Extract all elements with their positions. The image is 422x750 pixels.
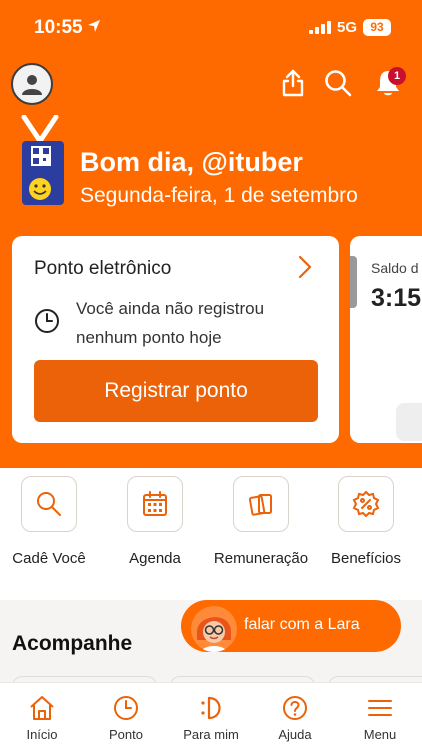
card-accent-bar bbox=[350, 256, 357, 308]
para-mim-icon bbox=[176, 693, 246, 723]
ponto-message: Você ainda não registrou nenhum ponto ho… bbox=[76, 299, 265, 347]
notification-badge: 1 bbox=[388, 67, 406, 85]
lara-label: falar com a Lara bbox=[244, 616, 360, 633]
tab-ponto[interactable]: Ponto bbox=[91, 693, 161, 742]
status-time: 10:55 bbox=[34, 17, 83, 38]
tab-ajuda[interactable]: Ajuda bbox=[260, 693, 330, 742]
quick-actions: Cadê Você Agenda Remuneração Benefícios bbox=[0, 468, 422, 600]
tab-menu[interactable]: Menu bbox=[345, 693, 415, 742]
search-icon[interactable] bbox=[323, 68, 353, 98]
greeting-date: Segunda-feira, 1 de setembro bbox=[80, 184, 358, 207]
share-icon[interactable] bbox=[278, 68, 308, 98]
clock-icon bbox=[91, 693, 161, 723]
magnifier-icon bbox=[21, 476, 77, 532]
greeting-title: Bom dia, @ituber bbox=[80, 147, 303, 177]
clock-icon bbox=[34, 308, 60, 339]
saldo-button[interactable] bbox=[396, 403, 422, 441]
location-arrow-icon bbox=[87, 19, 101, 38]
tab-label: Ajuda bbox=[278, 727, 312, 742]
quick-action-remuneracao[interactable]: Remuneração bbox=[206, 476, 316, 567]
tab-inicio[interactable]: Início bbox=[7, 693, 77, 742]
ponto-eletronico-card[interactable]: Ponto eletrônico Você ainda não registro… bbox=[12, 236, 339, 443]
menu-icon bbox=[345, 693, 415, 723]
lara-avatar bbox=[191, 606, 237, 652]
card-title: Ponto eletrônico bbox=[34, 258, 172, 279]
quick-action-cade-voce[interactable]: Cadê Você bbox=[0, 476, 104, 567]
saldo-card[interactable]: Saldo d 3:15 bbox=[350, 236, 422, 443]
registrar-ponto-button[interactable]: Registrar ponto bbox=[34, 360, 318, 422]
tab-bar: Início Ponto Para mim Ajuda Menu bbox=[0, 682, 422, 750]
quick-action-label: Remuneração bbox=[213, 550, 309, 567]
chevron-right-icon[interactable] bbox=[297, 255, 313, 284]
id-badge-icon bbox=[20, 114, 66, 212]
section-title: Acompanhe bbox=[12, 632, 133, 655]
user-icon bbox=[22, 75, 42, 95]
quick-action-label: Agenda bbox=[129, 550, 181, 567]
signal-icon bbox=[309, 21, 331, 39]
percent-badge-icon bbox=[338, 476, 394, 532]
falar-com-lara-button[interactable]: falar com a Lara bbox=[181, 600, 401, 652]
quick-action-beneficios[interactable]: Benefícios bbox=[311, 476, 421, 567]
network-type: 5G bbox=[337, 19, 358, 36]
avatar[interactable] bbox=[11, 63, 53, 105]
quick-action-label: Cadê Você bbox=[12, 550, 86, 567]
tab-label: Para mim bbox=[183, 727, 239, 742]
tab-label: Menu bbox=[363, 727, 397, 742]
status-bar: 10:55 5G 93 bbox=[0, 0, 422, 56]
cards-icon bbox=[233, 476, 289, 532]
tab-para-mim[interactable]: Para mim bbox=[176, 693, 246, 742]
saldo-label: Saldo d bbox=[371, 260, 419, 276]
tab-label: Início bbox=[26, 727, 58, 742]
battery-icon: 93 bbox=[363, 19, 391, 36]
saldo-value: 3:15 bbox=[371, 284, 422, 312]
quick-action-agenda[interactable]: Agenda bbox=[100, 476, 210, 567]
calendar-icon bbox=[127, 476, 183, 532]
home-icon bbox=[7, 693, 77, 723]
help-icon bbox=[260, 693, 330, 723]
quick-action-label: Benefícios bbox=[330, 550, 402, 567]
tab-label: Ponto bbox=[109, 727, 143, 742]
